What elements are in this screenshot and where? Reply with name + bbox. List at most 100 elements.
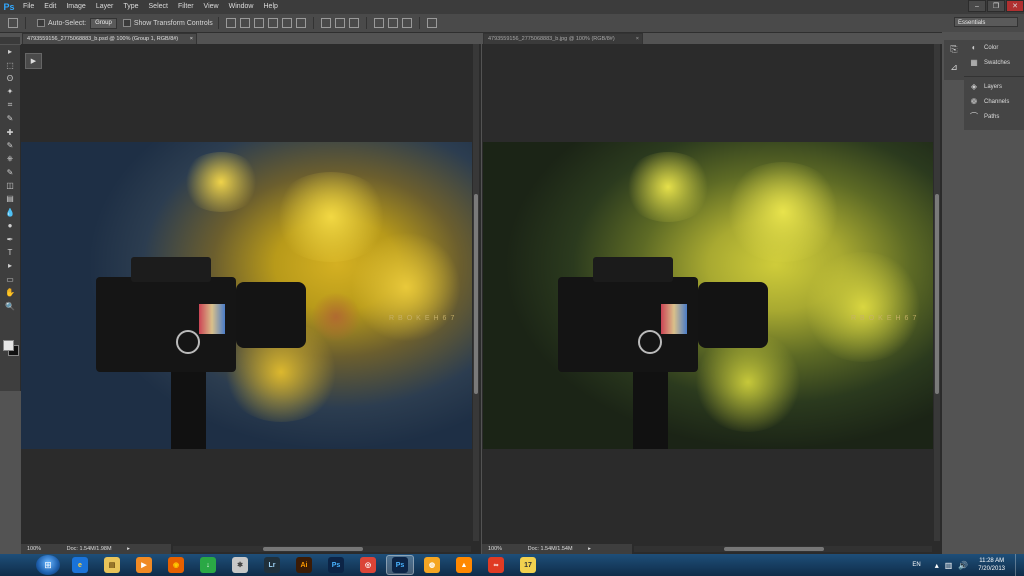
volume-icon[interactable]: 🔊	[958, 561, 968, 570]
align-right-icon[interactable]	[295, 18, 306, 28]
clone-stamp-tool-icon[interactable]: ⎈	[0, 152, 20, 165]
rectangle-tool-icon[interactable]: ▭	[0, 273, 20, 286]
taskbar-illustrator[interactable]: Ai	[290, 555, 318, 575]
show-desktop-button[interactable]	[1015, 554, 1024, 576]
taskbar-winamp[interactable]: ◍	[418, 555, 446, 575]
menu-help[interactable]: Help	[259, 0, 283, 14]
network-icon[interactable]: ▥	[945, 561, 953, 570]
menu-image[interactable]: Image	[61, 0, 90, 14]
horizontal-scrollbar[interactable]	[634, 546, 932, 552]
taskbar-vlc[interactable]: ▲	[450, 555, 478, 575]
start-button[interactable]: ⊞	[36, 555, 60, 575]
minimize-button[interactable]: –	[968, 0, 986, 12]
tray-arrow-icon[interactable]: ▴	[935, 561, 939, 570]
align-bottom-icon[interactable]	[253, 18, 264, 28]
taskbar-creative-cloud[interactable]: ∞	[482, 555, 510, 575]
history-brush-tool-icon[interactable]: ✎	[0, 166, 20, 179]
menu-edit[interactable]: Edit	[39, 0, 61, 14]
properties-icon[interactable]: ⊿	[944, 58, 964, 76]
vertical-scroll-thumb[interactable]	[474, 194, 478, 394]
gradient-tool-icon[interactable]: ▤	[0, 192, 20, 205]
vertical-scroll-thumb[interactable]	[935, 194, 939, 394]
move-tool-icon[interactable]: ▸	[0, 45, 20, 58]
status-arrow-icon[interactable]: ▸	[127, 546, 130, 552]
horizontal-scroll-thumb[interactable]	[724, 547, 824, 551]
menu-file[interactable]: File	[18, 0, 39, 14]
zoom-level[interactable]: 100%	[27, 546, 41, 552]
quick-select-tool-icon[interactable]: ✦	[0, 85, 20, 98]
close-tab-icon[interactable]: ×	[190, 34, 193, 45]
move-tool-preset-icon[interactable]	[8, 18, 18, 28]
taskbar-chrome[interactable]: ◎	[354, 555, 382, 575]
language-indicator[interactable]: EN	[912, 562, 920, 568]
hand-tool-icon[interactable]: ✋	[0, 286, 20, 299]
taskbar-internet-explorer[interactable]: e	[66, 555, 94, 575]
distribute-left-icon[interactable]	[373, 18, 384, 28]
document-tab-jpg[interactable]: 4793559156_2775068883_b.jpg @ 100% (RGB/…	[483, 33, 643, 44]
auto-select-dropdown[interactable]: Group	[90, 17, 117, 29]
menu-view[interactable]: View	[199, 0, 224, 14]
taskbar-lightroom[interactable]: Lr	[258, 555, 286, 575]
menu-window[interactable]: Window	[224, 0, 259, 14]
align-top-icon[interactable]	[225, 18, 236, 28]
close-tab-icon[interactable]: ×	[636, 34, 639, 45]
panel-layers[interactable]: ◈ Layers	[964, 79, 1024, 94]
zoom-level[interactable]: 100%	[488, 546, 502, 552]
status-arrow-icon[interactable]: ▸	[588, 546, 591, 552]
lasso-tool-icon[interactable]: ʘ	[0, 72, 20, 85]
brush-tool-icon[interactable]: ✎	[0, 139, 20, 152]
menu-layer[interactable]: Layer	[91, 0, 119, 14]
crop-tool-icon[interactable]: ⌗	[0, 99, 20, 112]
transform-controls-checkbox[interactable]	[122, 19, 131, 27]
menu-select[interactable]: Select	[144, 0, 173, 14]
color-swatches[interactable]	[3, 340, 19, 356]
panel-color[interactable]: ◐ Color	[964, 40, 1024, 55]
distribute-right-icon[interactable]	[401, 18, 412, 28]
align-middle-icon[interactable]	[239, 18, 250, 28]
eraser-tool-icon[interactable]: ◫	[0, 179, 20, 192]
align-center-icon[interactable]	[281, 18, 292, 28]
panel-channels[interactable]: ❁ Channels	[964, 94, 1024, 109]
path-select-tool-icon[interactable]: ▸	[0, 259, 20, 272]
eyedropper-tool-icon[interactable]: ✎	[0, 112, 20, 125]
history-icon[interactable]: ⎘	[944, 40, 964, 58]
vertical-scrollbar[interactable]	[934, 44, 940, 541]
horizontal-scrollbar[interactable]	[173, 546, 471, 552]
distribute-middle-icon[interactable]	[334, 18, 345, 28]
horizontal-scroll-thumb[interactable]	[263, 547, 363, 551]
auto-select-checkbox[interactable]	[37, 19, 45, 27]
taskbar-media-player[interactable]: ▶	[130, 555, 158, 575]
close-button[interactable]: ✕	[1006, 0, 1024, 12]
panel-swatches[interactable]: ▦ Swatches	[964, 55, 1024, 70]
document-tab-psd[interactable]: 4793559156_2775068883_b.psd @ 100% (Grou…	[22, 33, 197, 44]
workspace-switcher[interactable]: Essentials	[954, 17, 1018, 27]
auto-align-icon[interactable]	[426, 18, 437, 28]
healing-brush-tool-icon[interactable]: ✚	[0, 125, 20, 138]
vertical-scrollbar[interactable]	[473, 44, 479, 541]
clock[interactable]: 11:28 AM 7/20/2013	[978, 557, 1005, 573]
panel-paths[interactable]: ⌒ Paths	[964, 109, 1024, 124]
blur-tool-icon[interactable]: 💧	[0, 206, 20, 219]
distribute-top-icon[interactable]	[320, 18, 331, 28]
taskbar-internet-download-manager[interactable]: ↓	[194, 555, 222, 575]
pen-tool-icon[interactable]: ✒	[0, 232, 20, 245]
distribute-center-icon[interactable]	[387, 18, 398, 28]
taskbar-file-explorer[interactable]: ▤	[98, 555, 126, 575]
taskbar-calendar-app[interactable]: 17	[514, 555, 542, 575]
tools-panel-header[interactable]	[0, 37, 20, 44]
taskbar-network-app[interactable]: ✱	[226, 555, 254, 575]
taskbar-photoshop[interactable]: Ps	[386, 555, 414, 575]
zoom-tool-icon[interactable]: 🔍	[0, 299, 20, 312]
menu-filter[interactable]: Filter	[173, 0, 199, 14]
restore-button[interactable]: ❐	[987, 0, 1005, 12]
foreground-color-swatch[interactable]	[3, 340, 14, 351]
menu-type[interactable]: Type	[118, 0, 143, 14]
marquee-tool-icon[interactable]: ⬚	[0, 58, 20, 71]
taskbar-firefox[interactable]: ◉	[162, 555, 190, 575]
type-tool-icon[interactable]: T	[0, 246, 20, 259]
play-action-icon[interactable]: ▶	[25, 53, 42, 69]
taskbar-photoshop-cs6[interactable]: Ps	[322, 555, 350, 575]
align-left-icon[interactable]	[267, 18, 278, 28]
distribute-bottom-icon[interactable]	[348, 18, 359, 28]
dodge-tool-icon[interactable]: ●	[0, 219, 20, 232]
